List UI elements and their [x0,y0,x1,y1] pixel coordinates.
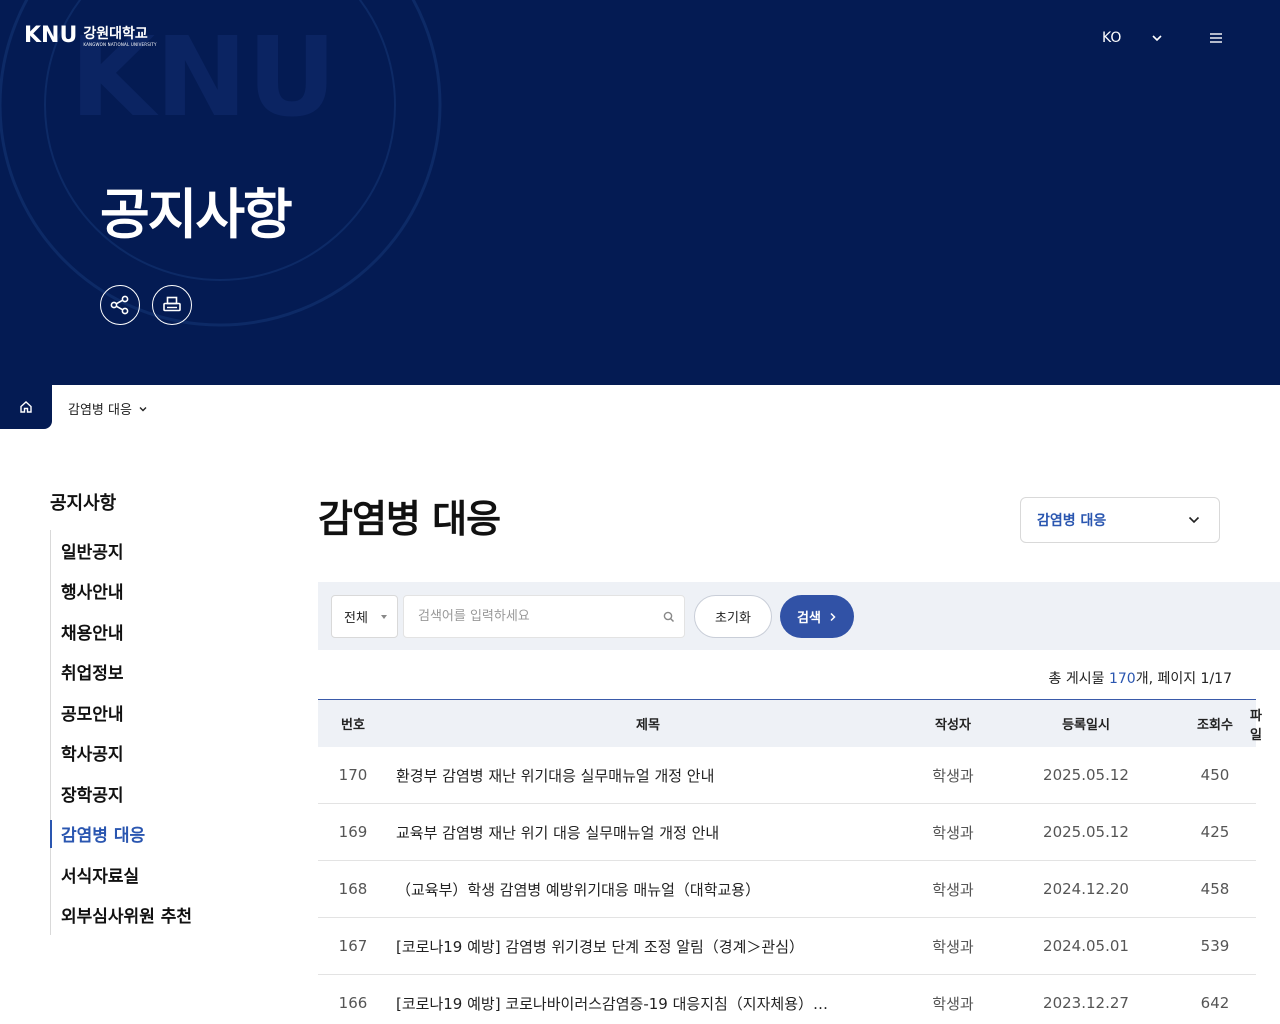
logo-mark: KNU [24,23,78,48]
share-button[interactable] [100,285,140,325]
sidebar-item[interactable]: 학사공지 [51,733,250,774]
row-writer: 학생과 [932,937,974,956]
column-header-title: 제목 [636,718,660,733]
hamburger-menu-icon[interactable] [1208,30,1224,46]
hero-banner: KNU KNU 강원대학교 KANGWON NATIONAL UNIVERSIT… [0,0,1280,385]
column-header-views: 조회수 [1197,718,1233,733]
chevron-down-icon [1188,516,1200,524]
table-row[interactable]: 166 [코로나19 예방] 코로나바이러스감염증-19 대응지침（지자체용）… 학… [318,975,1256,1024]
table-row[interactable]: 167 [코로나19 예방] 감염병 위기경보 단계 조정 알림（경계＞관심） 학생… [318,918,1256,975]
breadcrumb-current[interactable]: 감염병 대응 [68,399,148,418]
sidebar-item[interactable]: 서식자료실 [51,854,250,895]
sidebar-item[interactable]: 외부심사위원 추천 [51,895,250,936]
row-num: 168 [338,880,368,898]
print-button[interactable] [152,285,192,325]
row-num: 169 [338,823,368,841]
notice-table: 번호 제목 작성자 등록일시 조회수 파일 170 환경부 감염병 재난 위기대응… [318,699,1262,1024]
table-body: 170 환경부 감염병 재난 위기대응 실무매뉴얼 개정 안내 학생과 2025.05… [318,747,1256,1024]
university-logo[interactable]: KNU 강원대학교 KANGWON NATIONAL UNIVERSITY [24,24,157,48]
chevron-right-icon [830,612,836,621]
row-views: 539 [1200,937,1230,955]
row-writer: 학생과 [932,880,974,899]
sidebar-item[interactable]: 감염병 대응 [50,814,250,855]
logo-english-name: KANGWON NATIONAL UNIVERSITY [83,42,157,47]
row-date: 2024.12.20 [1043,880,1129,898]
column-header-num: 번호 [341,718,365,733]
category-select-value: 감염병 대응 [1037,513,1107,529]
search-icon[interactable] [662,610,676,624]
breadcrumb-current-label: 감염병 대응 [68,403,132,418]
table-row[interactable]: 170 환경부 감염병 재난 위기대응 실무매뉴얼 개정 안내 학생과 2025.05… [318,747,1256,804]
search-bar: 전체 초기화 검색 [318,582,1280,650]
table-row[interactable]: 169 교육부 감염병 재난 위기 대응 실무매뉴얼 개정 안내 학생과 2025.0… [318,804,1256,861]
caret-down-icon [381,615,387,619]
breadcrumb-home-button[interactable] [0,385,52,429]
category-select[interactable]: 감염병 대응 [1020,497,1220,543]
row-views: 450 [1200,766,1230,784]
search-button-label: 검색 [797,611,821,626]
total-post-count: 170 [1108,671,1136,687]
column-header-date: 등록일시 [1062,718,1110,733]
row-title-link[interactable]: [코로나19 예방] 감염병 위기경보 단계 조정 알림（경계＞관심） [388,936,908,957]
row-title-link[interactable]: 환경부 감염병 재난 위기대응 실무매뉴얼 개정 안내 [388,765,908,786]
column-header-writer: 작성자 [935,718,971,733]
row-writer: 학생과 [932,994,974,1013]
row-views: 642 [1200,994,1230,1012]
row-title-link[interactable]: （교육부）학생 감염병 예방위기대응 매뉴얼（대학교용） [388,879,908,900]
search-input[interactable] [403,595,685,638]
row-date: 2024.05.01 [1043,937,1129,955]
logo-korean-name: 강원대학교 [83,26,148,42]
sidebar-item[interactable]: 장학공지 [51,773,250,814]
chevron-down-icon [139,406,147,411]
share-icon [110,295,129,315]
row-num: 170 [338,766,368,784]
table-header: 번호 제목 작성자 등록일시 조회수 파일 [318,699,1262,747]
board-summary: 총 게시물 170개, 페이지 1/17 [1048,671,1232,687]
row-date: 2023.12.27 [1043,994,1129,1012]
table-row[interactable]: 168 （교육부）학생 감염병 예방위기대응 매뉴얼（대학교용） 학생과 2024.1… [318,861,1256,918]
row-num: 167 [338,937,368,955]
row-date: 2025.05.12 [1043,766,1129,784]
row-writer: 학생과 [932,823,974,842]
home-icon [20,401,32,413]
row-title-link[interactable]: [코로나19 예방] 코로나바이러스감염증-19 대응지침（지자체용）… [388,993,908,1014]
sidebar-title: 공지사항 [50,493,117,514]
reset-button[interactable]: 초기화 [694,595,772,638]
printer-icon [163,296,181,312]
hero-page-heading: 공지사항 [100,183,293,246]
page-title: 감염병 대응 [318,497,501,541]
sidebar-nav: 일반공지 행사안내 채용안내 취업정보 공모안내 학사공지 장학공지 감염병 대응 서식자료실 외… [50,530,250,935]
row-writer: 학생과 [932,766,974,785]
row-num: 166 [338,994,368,1012]
sidebar-item[interactable]: 취업정보 [51,652,250,693]
sidebar-item[interactable]: 행사안내 [51,571,250,612]
row-title-link[interactable]: 교육부 감염병 재난 위기 대응 실무매뉴얼 개정 안내 [388,822,908,843]
sidebar-item[interactable]: 일반공지 [51,530,250,571]
sidebar-item[interactable]: 공모안내 [51,692,250,733]
row-views: 458 [1200,880,1230,898]
search-scope-select[interactable]: 전체 [331,595,398,638]
row-views: 425 [1200,823,1230,841]
chevron-down-icon[interactable] [1150,31,1164,45]
search-button[interactable]: 검색 [780,595,854,638]
language-selector[interactable]: KO [1102,30,1121,46]
sidebar-item[interactable]: 채용안내 [51,611,250,652]
search-scope-value: 전체 [344,611,368,626]
row-date: 2025.05.12 [1043,823,1129,841]
